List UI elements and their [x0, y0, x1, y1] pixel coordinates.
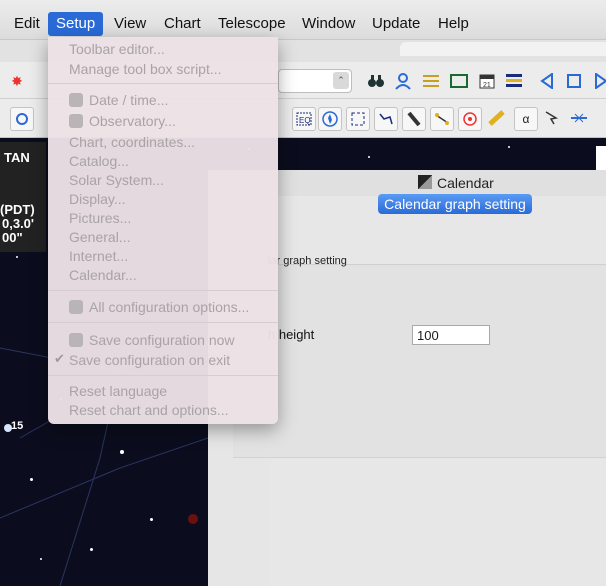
group-title: lar graph setting [268, 255, 347, 267]
menu-window[interactable]: Window [294, 12, 363, 36]
menu-item-general[interactable]: General... [69, 229, 130, 245]
star [30, 478, 33, 481]
star [188, 514, 198, 524]
menu-item-all-configuration[interactable]: All configuration options... [69, 299, 249, 315]
menu-item-label: Date / time... [89, 92, 169, 108]
eq-grid-icon[interactable]: EQ [292, 107, 316, 131]
menu-item-reset-chart-options[interactable]: Reset chart and options... [69, 402, 229, 418]
milky-way-icon[interactable] [402, 107, 426, 131]
menu-item-label: All configuration options... [89, 299, 250, 315]
menu-separator [48, 83, 278, 84]
svg-text:21: 21 [483, 82, 491, 89]
menu-telescope[interactable]: Telescope [210, 12, 294, 36]
menu-item-calendar[interactable]: Calendar... [69, 267, 137, 283]
calendar-app-icon [418, 175, 432, 189]
menu-item-reset-language[interactable]: Reset language [69, 383, 167, 399]
tab-strip [400, 42, 606, 56]
constellation-boundary-icon[interactable] [346, 107, 370, 131]
barcode-icon[interactable] [503, 70, 525, 92]
coord-label-2: 00" [2, 230, 23, 245]
menu-item-date-time[interactable]: Date / time... [69, 92, 168, 108]
star [40, 558, 42, 560]
lines-icon[interactable] [430, 107, 454, 131]
menu-item-label: Save configuration now [89, 332, 235, 348]
menu-item-pictures[interactable]: Pictures... [69, 210, 131, 226]
menu-view[interactable]: View [106, 12, 154, 36]
star [368, 156, 370, 158]
timezone-label: (PDT) [0, 202, 35, 217]
refresh-icon[interactable] [10, 107, 34, 131]
calendar-window-title: Calendar [437, 175, 494, 191]
svg-text:EQ: EQ [299, 116, 311, 125]
menu-item-toolbar-editor[interactable]: Toolbar editor... [69, 41, 165, 57]
compass-icon[interactable] [318, 107, 342, 131]
chart-info-panel: TAN (PDT) 0,3.0' 00" [0, 142, 46, 252]
menu-separator [48, 322, 278, 323]
graph-setting-group [233, 264, 606, 458]
menu-item-save-configuration-on-exit[interactable]: Save configuration on exit [69, 352, 230, 368]
menu-update[interactable]: Update [364, 12, 428, 36]
stop-square-icon[interactable] [563, 70, 585, 92]
save-icon [69, 333, 83, 347]
list-icon[interactable] [420, 70, 442, 92]
constellation-icon[interactable] [374, 107, 398, 131]
star [120, 450, 124, 454]
star [90, 548, 93, 551]
menu-item-chart-coordinates[interactable]: Chart, coordinates... [69, 134, 195, 150]
clock-icon [69, 93, 83, 107]
observatory-icon [69, 114, 83, 128]
menu-item-save-configuration-now[interactable]: Save configuration now [69, 332, 235, 348]
coord-label-1: 0,3.0' [2, 216, 35, 231]
satellite-icon[interactable] [568, 107, 590, 129]
star [508, 146, 510, 148]
menubar: Edit Setup View Chart Telescope Window U… [0, 0, 606, 40]
menu-edit[interactable]: Edit [6, 12, 48, 36]
menu-separator [48, 290, 278, 291]
graph-height-input[interactable]: 100 [412, 325, 490, 345]
tab-calendar-graph-setting[interactable]: Calendar graph setting [378, 194, 532, 214]
ruler-icon[interactable] [486, 107, 508, 129]
setup-menu: Toolbar editor... Manage tool box script… [48, 37, 278, 424]
toolbar-combo[interactable]: ⌃ [278, 69, 352, 93]
menu-item-label: Observatory... [89, 113, 176, 129]
back-triangle-icon[interactable] [536, 70, 558, 92]
record-icon[interactable]: ✸ [6, 70, 28, 92]
alpha-icon[interactable]: α [514, 107, 538, 131]
projection-label: TAN [4, 150, 30, 165]
star [16, 256, 18, 258]
menu-separator [48, 375, 278, 376]
wrench-icon [69, 300, 83, 314]
forward-triangle-icon[interactable] [590, 70, 606, 92]
pointer-tool-icon[interactable] [541, 107, 563, 129]
calendar-window-titlebar: Calendar [270, 170, 606, 197]
menu-item-display[interactable]: Display... [69, 191, 126, 207]
binoculars-icon[interactable] [365, 70, 387, 92]
menu-item-catalog[interactable]: Catalog... [69, 153, 129, 169]
checkmark-icon: ✔ [54, 351, 65, 366]
screen-icon[interactable] [448, 70, 470, 92]
target-icon[interactable] [458, 107, 482, 131]
calendar-icon[interactable]: 21 [476, 70, 498, 92]
menu-item-solar-system[interactable]: Solar System... [69, 172, 164, 188]
menu-help[interactable]: Help [430, 12, 477, 36]
menu-chart[interactable]: Chart [156, 12, 209, 36]
star [150, 518, 153, 521]
menu-setup[interactable]: Setup [48, 12, 104, 36]
star-label: 15 [11, 420, 24, 432]
menu-item-manage-toolbox-script[interactable]: Manage tool box script... [69, 61, 222, 77]
sky-edge [596, 146, 606, 170]
menu-item-internet[interactable]: Internet... [69, 248, 128, 264]
menu-item-observatory[interactable]: Observatory... [69, 113, 176, 129]
user-search-icon[interactable] [392, 70, 414, 92]
chevron-down-icon[interactable]: ⌃ [333, 72, 349, 89]
